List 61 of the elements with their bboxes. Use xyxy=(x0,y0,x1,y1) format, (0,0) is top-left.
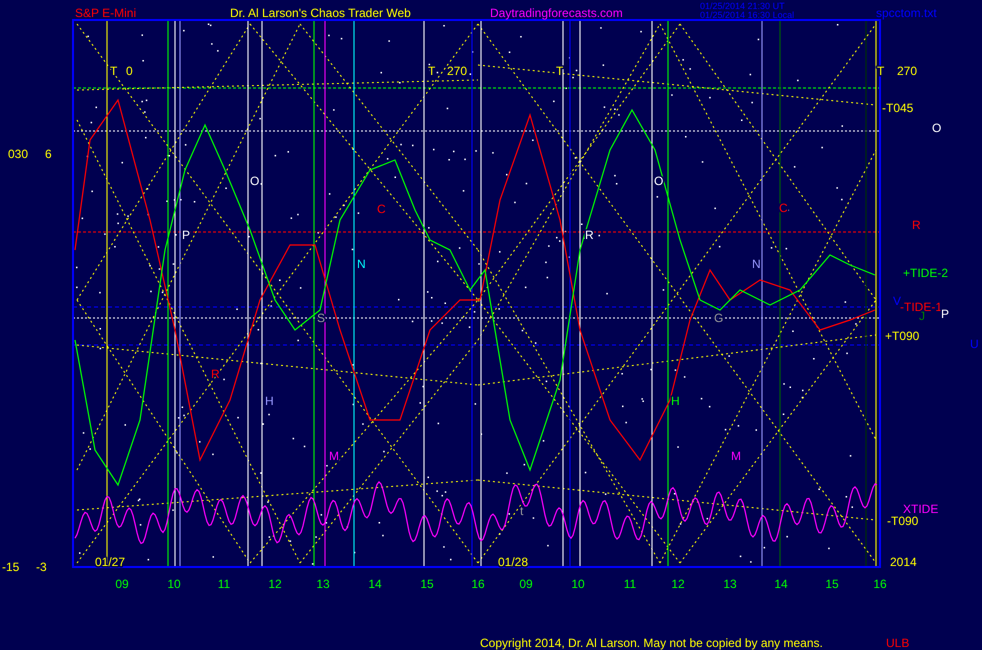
chart-label: H xyxy=(265,394,274,408)
chart-label: R xyxy=(585,228,594,242)
year-label: 2014 xyxy=(890,555,917,569)
chart-label: P xyxy=(182,228,190,242)
axis-tick: 10 xyxy=(571,577,585,591)
axis-label: 6 xyxy=(45,147,52,161)
timestamp: 01/25/2014 16:30 Local xyxy=(700,10,794,20)
chart-label: -T045 xyxy=(882,101,914,115)
chart-label: P xyxy=(941,307,950,321)
chart-label: +T090 xyxy=(885,329,920,343)
corner-mark: ULB xyxy=(886,636,910,650)
chart-label: 270 xyxy=(897,64,918,78)
chart-label: R xyxy=(211,367,220,381)
chart-label: XTIDE xyxy=(903,502,938,516)
chart-label: 0 xyxy=(126,64,133,78)
axis-tick: 16 xyxy=(471,577,485,591)
file-name: spcctom.txt xyxy=(876,6,937,20)
chart-label: H xyxy=(671,394,680,408)
axis-tick: 14 xyxy=(368,577,382,591)
axis-tick: 15 xyxy=(420,577,434,591)
axis-tick: 15 xyxy=(825,577,839,591)
chart-label: U xyxy=(970,337,979,351)
axis-tick: 13 xyxy=(723,577,737,591)
axis-tick: 12 xyxy=(671,577,685,591)
chart-label: t xyxy=(520,504,524,518)
chart-label: C xyxy=(779,201,788,215)
chart-label: N xyxy=(752,257,761,271)
axis-tick: 09 xyxy=(115,577,129,591)
chart-label: G xyxy=(714,311,724,325)
chart-label: C xyxy=(377,202,386,216)
axis-label: 030 xyxy=(8,147,28,161)
copyright-text: Copyright 2014, Dr. Al Larson. May not be copied by any means. xyxy=(480,636,823,650)
chart-label: T xyxy=(428,64,436,78)
axis-tick: 12 xyxy=(268,577,282,591)
chart-title: Dr. Al Larson's Chaos Trader Web xyxy=(230,6,411,20)
axis-label: -15 xyxy=(2,560,20,574)
chart-label: O xyxy=(250,174,260,188)
chart-label: V xyxy=(893,294,902,308)
axis-tick: 14 xyxy=(774,577,788,591)
axis-tick: 13 xyxy=(316,577,330,591)
axis-tick: 16 xyxy=(873,577,887,591)
chart-label: 270 xyxy=(447,64,468,78)
axis-label: -3 xyxy=(36,560,47,574)
chart-label: S xyxy=(317,311,326,325)
axis-tick: 11 xyxy=(624,577,636,591)
axis-tick: 10 xyxy=(167,577,181,591)
chart-label: T xyxy=(110,64,118,78)
axis-tick: 09 xyxy=(519,577,533,591)
timestamp: 01/25/2014 21:30 UT xyxy=(700,1,785,11)
chart-label: -T090 xyxy=(887,514,918,528)
chart-symbol: S&P E-Mini xyxy=(75,6,136,20)
chart-label: O xyxy=(932,121,942,135)
chart-label: M xyxy=(329,449,339,463)
site-name: Daytradingforecasts.com xyxy=(490,6,623,20)
axis-tick: 11 xyxy=(218,577,230,591)
chart-label: M xyxy=(731,449,741,463)
chart-label: +TIDE-2 xyxy=(903,266,948,280)
chart-label: R xyxy=(912,218,921,232)
chart-label: O xyxy=(654,174,664,188)
date-label: 01/28 xyxy=(498,555,528,569)
chart-label: N xyxy=(357,257,366,271)
